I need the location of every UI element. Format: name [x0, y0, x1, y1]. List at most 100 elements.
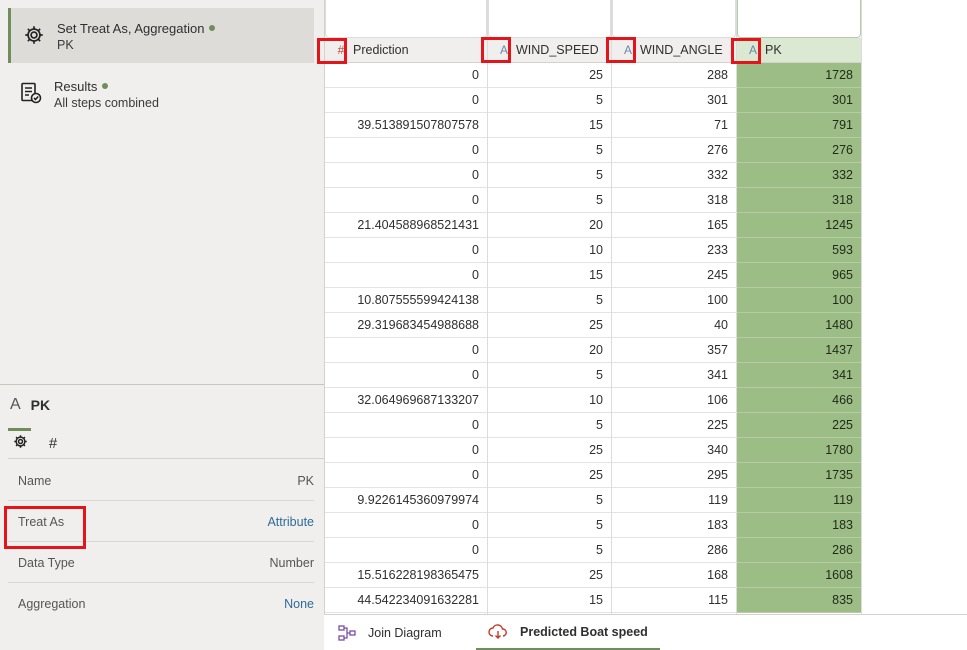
table-cell[interactable]: 5	[488, 488, 611, 513]
table-cell[interactable]: 286	[737, 538, 861, 563]
table-cell[interactable]: 5	[488, 513, 611, 538]
table-cell[interactable]: 466	[737, 388, 861, 413]
table-cell[interactable]: 5	[488, 413, 611, 438]
table-cell[interactable]: 183	[737, 513, 861, 538]
tab-join-diagram[interactable]: Join Diagram	[338, 615, 442, 650]
table-cell[interactable]: 10	[488, 238, 611, 263]
table-cell[interactable]: 0	[325, 163, 487, 188]
table-cell[interactable]: 9.9226145360979974	[325, 488, 487, 513]
table-cell[interactable]: 0	[325, 138, 487, 163]
column-header-area[interactable]	[325, 0, 487, 38]
table-cell[interactable]: 10	[488, 388, 611, 413]
table-cell[interactable]: 168	[612, 563, 736, 588]
table-cell[interactable]: 0	[325, 63, 487, 88]
pane-divider[interactable]	[0, 384, 324, 385]
table-cell[interactable]: 286	[612, 538, 736, 563]
table-cell[interactable]: 25	[488, 313, 611, 338]
table-cell[interactable]: 245	[612, 263, 736, 288]
table-cell[interactable]: 115	[612, 588, 736, 613]
table-cell[interactable]: 20	[488, 338, 611, 363]
table-cell[interactable]: 5	[488, 88, 611, 113]
table-cell[interactable]: 119	[737, 488, 861, 513]
table-cell[interactable]: 318	[737, 188, 861, 213]
table-cell[interactable]: 25	[488, 463, 611, 488]
table-cell[interactable]: 44.542234091632281	[325, 588, 487, 613]
table-cell[interactable]: 233	[612, 238, 736, 263]
column-divider[interactable]	[861, 0, 862, 614]
table-cell[interactable]: 1728	[737, 63, 861, 88]
table-cell[interactable]: 15	[488, 113, 611, 138]
table-cell[interactable]: 0	[325, 438, 487, 463]
table-cell[interactable]: 21.404588968521431	[325, 213, 487, 238]
table-cell[interactable]: 25	[488, 438, 611, 463]
table-cell[interactable]: 29.319683454988688	[325, 313, 487, 338]
table-cell[interactable]: 15	[488, 263, 611, 288]
table-cell[interactable]: 5	[488, 538, 611, 563]
table-cell[interactable]: 0	[325, 338, 487, 363]
table-cell[interactable]: 301	[737, 88, 861, 113]
table-cell[interactable]: 5	[488, 288, 611, 313]
table-cell[interactable]: 165	[612, 213, 736, 238]
table-cell[interactable]: 276	[737, 138, 861, 163]
tab-number-format[interactable]: #	[41, 428, 65, 459]
table-cell[interactable]: 71	[612, 113, 736, 138]
table-cell[interactable]: 0	[325, 238, 487, 263]
table-cell[interactable]: 100	[737, 288, 861, 313]
aggregation-dropdown[interactable]: None	[284, 597, 314, 611]
column-header[interactable]: # Prediction	[325, 38, 487, 63]
column-header-area[interactable]	[737, 0, 861, 38]
table-cell[interactable]: 0	[325, 263, 487, 288]
table-cell[interactable]: 5	[488, 188, 611, 213]
step-set-treat-as[interactable]: Set Treat As, Aggregation PK	[8, 8, 314, 63]
table-cell[interactable]: 1735	[737, 463, 861, 488]
table-cell[interactable]: 15.516228198365475	[325, 563, 487, 588]
column-divider[interactable]	[736, 0, 737, 614]
table-cell[interactable]: 0	[325, 538, 487, 563]
column-divider[interactable]	[611, 0, 612, 614]
table-cell[interactable]: 0	[325, 363, 487, 388]
table-cell[interactable]: 1608	[737, 563, 861, 588]
treat-as-dropdown[interactable]: Attribute	[267, 515, 314, 529]
table-cell[interactable]: 1245	[737, 213, 861, 238]
table-cell[interactable]: 1780	[737, 438, 861, 463]
table-cell[interactable]: 965	[737, 263, 861, 288]
step-results[interactable]: Results All steps combined	[8, 66, 314, 121]
column-divider[interactable]	[487, 0, 488, 614]
table-cell[interactable]: 32.064969687133207	[325, 388, 487, 413]
table-cell[interactable]: 100	[612, 288, 736, 313]
table-cell[interactable]: 5	[488, 163, 611, 188]
column-header-area[interactable]	[612, 0, 736, 38]
table-cell[interactable]: 318	[612, 188, 736, 213]
table-cell[interactable]: 183	[612, 513, 736, 538]
table-cell[interactable]: 1480	[737, 313, 861, 338]
table-cell[interactable]: 20	[488, 213, 611, 238]
table-cell[interactable]: 225	[612, 413, 736, 438]
table-cell[interactable]: 835	[737, 588, 861, 613]
table-cell[interactable]: 340	[612, 438, 736, 463]
table-cell[interactable]: 119	[612, 488, 736, 513]
table-cell[interactable]: 341	[612, 363, 736, 388]
table-cell[interactable]: 106	[612, 388, 736, 413]
table-cell[interactable]: 0	[325, 413, 487, 438]
table-cell[interactable]: 10.807555599424138	[325, 288, 487, 313]
table-cell[interactable]: 15	[488, 588, 611, 613]
table-cell[interactable]: 276	[612, 138, 736, 163]
tab-predicted-boat-speed[interactable]: Predicted Boat speed	[476, 615, 660, 650]
table-cell[interactable]: 301	[612, 88, 736, 113]
table-cell[interactable]: 225	[737, 413, 861, 438]
property-value[interactable]: PK	[297, 474, 314, 488]
table-cell[interactable]: 791	[737, 113, 861, 138]
table-cell[interactable]: 40	[612, 313, 736, 338]
tab-general[interactable]	[8, 428, 32, 459]
table-cell[interactable]: 593	[737, 238, 861, 263]
table-cell[interactable]: 39.513891507807578	[325, 113, 487, 138]
table-cell[interactable]: 0	[325, 463, 487, 488]
table-cell[interactable]: 25	[488, 63, 611, 88]
column-header-area[interactable]	[488, 0, 611, 38]
table-cell[interactable]: 357	[612, 338, 736, 363]
table-cell[interactable]: 5	[488, 363, 611, 388]
table-cell[interactable]: 341	[737, 363, 861, 388]
table-cell[interactable]: 1437	[737, 338, 861, 363]
table-cell[interactable]: 332	[737, 163, 861, 188]
table-cell[interactable]: 288	[612, 63, 736, 88]
